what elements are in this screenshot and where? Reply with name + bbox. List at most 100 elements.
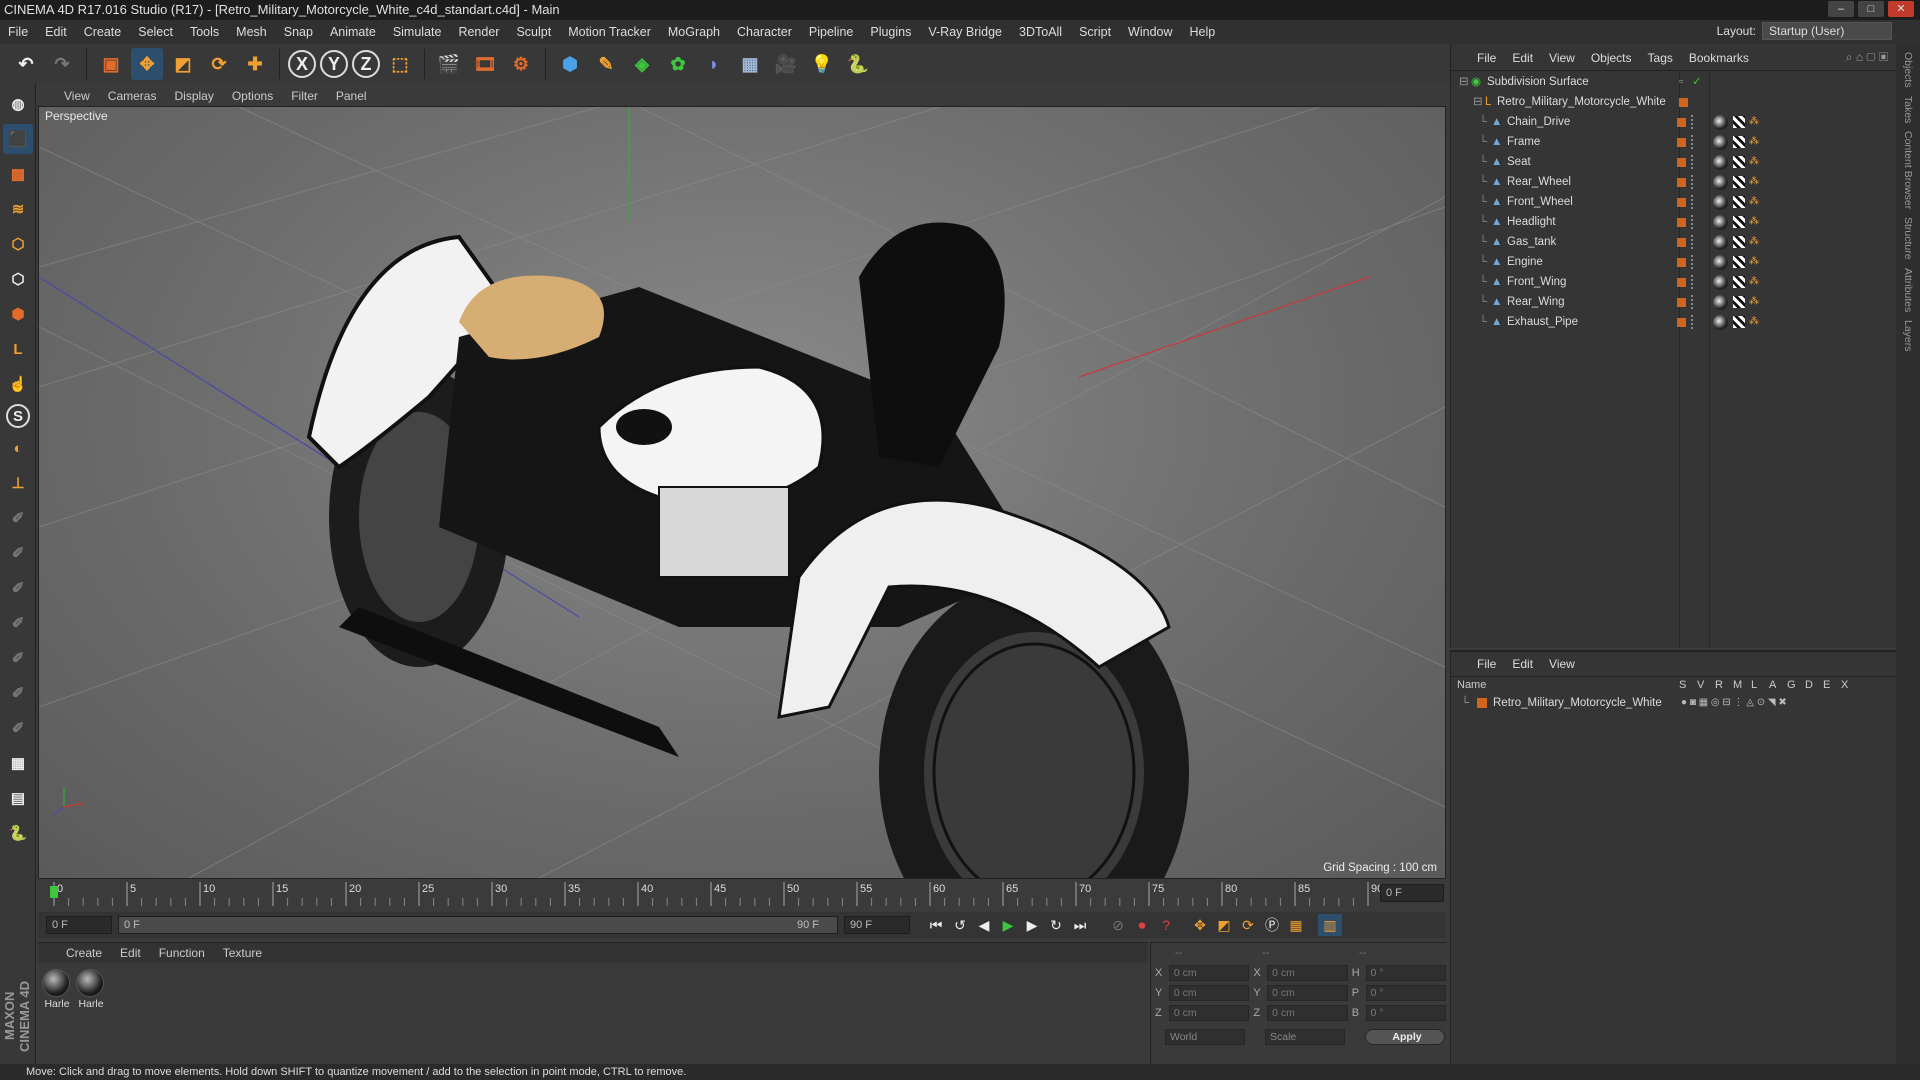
menu-plugins[interactable]: Plugins [870, 25, 911, 39]
menu-mesh[interactable]: Mesh [236, 25, 267, 39]
rotate-tool-icon[interactable]: ⟳ [203, 48, 235, 80]
material-tag-icon[interactable] [1713, 275, 1728, 290]
visibility-dots-icon[interactable] [1691, 175, 1695, 189]
previous-key-icon[interactable]: ↺ [948, 914, 972, 936]
object-row[interactable]: └ ▲ Frame ⁂ [1451, 132, 1897, 152]
phong-tag-icon[interactable]: ⁂ [1749, 197, 1759, 207]
redo-icon[interactable]: ↷ [46, 48, 78, 80]
phong-tag-icon[interactable]: ⁂ [1749, 137, 1759, 147]
material-swatch[interactable]: Harle [76, 969, 106, 1010]
layer-column-r[interactable]: R [1715, 679, 1723, 691]
current-frame-field[interactable]: 0 F [1380, 884, 1444, 902]
coord-rotation-field[interactable]: 0 ° [1365, 985, 1447, 1001]
texture-tag-icon[interactable] [1733, 316, 1745, 328]
key-pla-icon[interactable]: ▦ [1284, 914, 1308, 936]
object-menu-objects[interactable]: Objects [1591, 51, 1632, 65]
sculpt-grab-icon[interactable]: ✐ [3, 713, 33, 743]
layer-row[interactable]: └ Retro_Military_Motorcycle_White ● ◙ ▦ … [1451, 694, 1897, 712]
material-tag-icon[interactable] [1713, 215, 1728, 230]
layer-color-icon[interactable] [1677, 218, 1686, 227]
next-key-icon[interactable]: ↻ [1044, 914, 1068, 936]
render-view-icon[interactable]: 🎬 [433, 48, 465, 80]
make-editable-icon[interactable]: ◍ [3, 89, 33, 119]
menu-snap[interactable]: Snap [284, 25, 313, 39]
viewport-menu-view[interactable]: View [64, 89, 90, 103]
z-axis-icon[interactable]: Z [352, 50, 380, 78]
layer-column-s[interactable]: S [1679, 679, 1686, 691]
viewport-menu-filter[interactable]: Filter [291, 89, 318, 103]
sculpt-inflate-icon[interactable]: ✐ [3, 643, 33, 673]
right-tab-objects[interactable]: Objects [1902, 52, 1914, 88]
object-menu-view[interactable]: View [1549, 51, 1575, 65]
object-menu-file[interactable]: File [1477, 51, 1496, 65]
deformer-icon[interactable]: ◗ [698, 48, 730, 80]
object-row[interactable]: └ ▲ Rear_Wing ⁂ [1451, 292, 1897, 312]
keyframe-selection-icon[interactable]: ? [1154, 914, 1178, 936]
layer-menu-edit[interactable]: Edit [1512, 657, 1533, 671]
timeline-ruler[interactable]: 0 5 10 15 20 25 30 35 40 45 50 55 60 65 70 75 80 85 90 0 F [38, 880, 1446, 912]
layer-column-l[interactable]: L [1751, 679, 1757, 691]
layer-column-e[interactable]: E [1823, 679, 1830, 691]
coord-size-field[interactable]: 0 cm [1267, 985, 1348, 1001]
texture-tag-icon[interactable] [1733, 296, 1745, 308]
texture-mode-icon[interactable]: ▩ [3, 159, 33, 189]
menu-animate[interactable]: Animate [330, 25, 376, 39]
camera-icon[interactable]: 🎥 [770, 48, 802, 80]
layer-color-icon[interactable] [1677, 278, 1686, 287]
layer-color-icon[interactable] [1677, 198, 1686, 207]
x-axis-icon[interactable]: X [288, 50, 316, 78]
object-row[interactable]: └ ▲ Headlight ⁂ [1451, 212, 1897, 232]
material-menu-function[interactable]: Function [159, 946, 205, 960]
right-tab-takes[interactable]: Takes [1902, 96, 1914, 123]
object-row[interactable]: └ ▲ Exhaust_Pipe ⁂ [1451, 312, 1897, 332]
enabled-check-icon[interactable]: ▫ [1679, 72, 1683, 92]
tweak-mode-icon[interactable]: ☝ [3, 369, 33, 399]
menu-create[interactable]: Create [84, 25, 122, 39]
collapse-icon[interactable]: ⊟ [1473, 92, 1483, 112]
layer-color-icon[interactable] [1679, 98, 1688, 107]
material-tag-icon[interactable] [1713, 255, 1728, 270]
material-menu-texture[interactable]: Texture [223, 946, 262, 960]
menu-3dtoall[interactable]: 3DToAll [1019, 25, 1062, 39]
frame-range-slider[interactable]: 0 F 90 F [118, 916, 838, 934]
object-menu-tags[interactable]: Tags [1648, 51, 1673, 65]
magnet-icon[interactable]: ◐ [3, 433, 33, 463]
autokey-icon[interactable]: ⏺ [1130, 914, 1154, 936]
viewport-menu-display[interactable]: Display [174, 89, 213, 103]
texture-tag-icon[interactable] [1733, 256, 1745, 268]
material-tag-icon[interactable] [1713, 295, 1728, 310]
visibility-dots-icon[interactable] [1691, 195, 1695, 209]
checkerboard-icon[interactable]: ▦ [3, 748, 33, 778]
checkmark-icon[interactable]: ✓ [1692, 72, 1702, 92]
viewport-perspective[interactable]: Perspective Grid Spacing: 100 cm [38, 106, 1446, 879]
layer-color-icon[interactable] [1677, 138, 1686, 147]
go-to-end-icon[interactable]: ⏭ [1068, 914, 1092, 936]
material-tag-icon[interactable] [1713, 155, 1728, 170]
scale-tool-icon[interactable]: ◩ [167, 48, 199, 80]
light-icon[interactable]: 💡 [806, 48, 838, 80]
render-picture-viewer-icon[interactable]: 🎞 [469, 48, 501, 80]
viewport-menu-cameras[interactable]: Cameras [108, 89, 157, 103]
texture-tag-icon[interactable] [1733, 136, 1745, 148]
material-menu-edit[interactable]: Edit [120, 946, 141, 960]
material-tag-icon[interactable] [1713, 195, 1728, 210]
object-menu-bookmarks[interactable]: Bookmarks [1689, 51, 1749, 65]
polygons-mode-icon[interactable]: ⬢ [3, 299, 33, 329]
subdivision-surface-icon[interactable]: ◈ [626, 48, 658, 80]
next-frame-icon[interactable]: ▶ [1020, 914, 1044, 936]
object-row[interactable]: └ ▲ Front_Wheel ⁂ [1451, 192, 1897, 212]
menu-script[interactable]: Script [1079, 25, 1111, 39]
play-icon[interactable]: ▶ [996, 914, 1020, 936]
playhead-marker[interactable] [50, 886, 58, 898]
scale-dropdown[interactable]: Scale [1265, 1029, 1345, 1045]
object-row[interactable]: └ ▲ Gas_tank ⁂ [1451, 232, 1897, 252]
object-row[interactable]: └ ▲ Front_Wing ⁂ [1451, 272, 1897, 292]
minimize-button[interactable]: – [1828, 1, 1854, 17]
texture-tag-icon[interactable] [1733, 196, 1745, 208]
menu-character[interactable]: Character [737, 25, 792, 39]
apply-button[interactable]: Apply [1365, 1029, 1445, 1045]
visibility-dots-icon[interactable] [1691, 295, 1695, 309]
menu-motion-tracker[interactable]: Motion Tracker [568, 25, 651, 39]
end-frame-field[interactable]: 90 F [844, 916, 910, 934]
menu-help[interactable]: Help [1190, 25, 1216, 39]
